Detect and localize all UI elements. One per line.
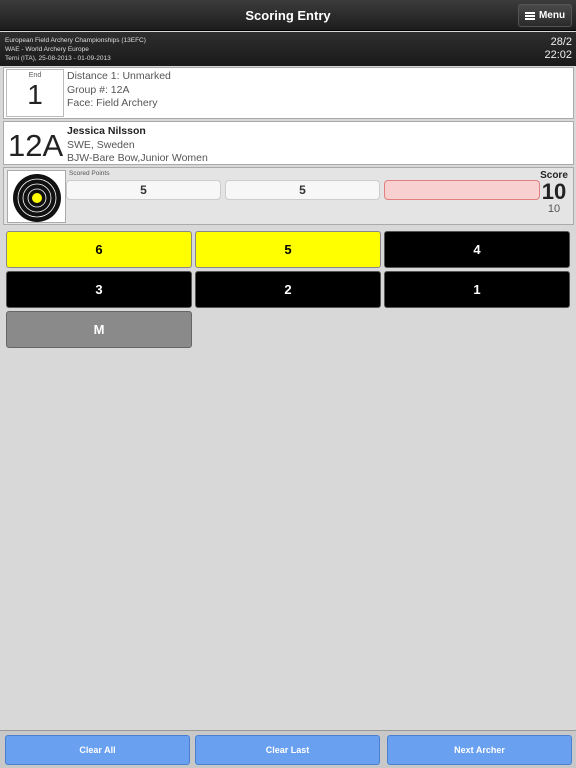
next-archer-button[interactable]: Next Archer bbox=[387, 735, 572, 765]
archer-category: BJW-Bare Bow,Junior Women bbox=[67, 152, 208, 164]
scoring-row: Scored Points 5 5 Score 10 10 bbox=[3, 167, 574, 225]
event-location-dates: Terni (ITA), 25-08-2013 - 01-09-2013 bbox=[5, 55, 111, 62]
current-date: 28/2 bbox=[550, 36, 572, 48]
end-info-row: End 1 Distance 1: Unmarked Group #: 12A … bbox=[3, 67, 574, 119]
arrow-score-2[interactable]: 5 bbox=[225, 180, 380, 200]
target-face bbox=[7, 170, 66, 223]
end-number-box: End 1 bbox=[6, 69, 64, 117]
title-bar: Scoring Entry Menu bbox=[0, 0, 576, 31]
key-2[interactable]: 2 bbox=[195, 271, 381, 308]
key-4[interactable]: 4 bbox=[384, 231, 570, 268]
archer-country: SWE, Sweden bbox=[67, 138, 135, 151]
distance-text: Distance 1: Unmarked bbox=[67, 70, 171, 82]
target-number: 12A bbox=[8, 128, 64, 163]
menu-label: Menu bbox=[538, 10, 566, 21]
target-face-icon bbox=[13, 174, 61, 222]
current-time: 22:02 bbox=[544, 49, 572, 61]
scored-points-label: Scored Points bbox=[69, 170, 110, 177]
key-1[interactable]: 1 bbox=[384, 271, 570, 308]
clear-all-button[interactable]: Clear All bbox=[5, 735, 190, 765]
end-label: End bbox=[28, 72, 42, 79]
menu-button[interactable]: Menu bbox=[518, 4, 572, 27]
group-text: Group #: 12A bbox=[67, 83, 130, 96]
end-number: 1 bbox=[27, 79, 43, 110]
end-score: 10 bbox=[541, 179, 567, 204]
key-3[interactable]: 3 bbox=[6, 271, 192, 308]
score-panel: Score 10 10 bbox=[537, 170, 571, 215]
clear-last-button[interactable]: Clear Last bbox=[195, 735, 380, 765]
action-bar: Clear All Clear Last Next Archer bbox=[0, 730, 576, 768]
hamburger-icon bbox=[524, 11, 535, 20]
archer-name: Jessica Nilsson bbox=[67, 125, 146, 137]
key-5[interactable]: 5 bbox=[195, 231, 381, 268]
face-text: Face: Field Archery bbox=[67, 97, 158, 109]
event-organizer: WAE - World Archery Europe bbox=[5, 46, 89, 53]
event-info-bar: European Field Archery Championships (13… bbox=[0, 32, 576, 66]
arrow-score-3[interactable] bbox=[384, 180, 540, 200]
page-title: Scoring Entry bbox=[245, 8, 331, 23]
key-6[interactable]: 6 bbox=[6, 231, 192, 268]
running-total: 10 bbox=[547, 203, 561, 215]
event-name: European Field Archery Championships (13… bbox=[5, 37, 146, 44]
key-miss[interactable]: M bbox=[6, 311, 192, 348]
arrow-score-1[interactable]: 5 bbox=[66, 180, 221, 200]
archer-info-row: 12A Jessica Nilsson SWE, Sweden BJW-Bare… bbox=[3, 121, 574, 165]
